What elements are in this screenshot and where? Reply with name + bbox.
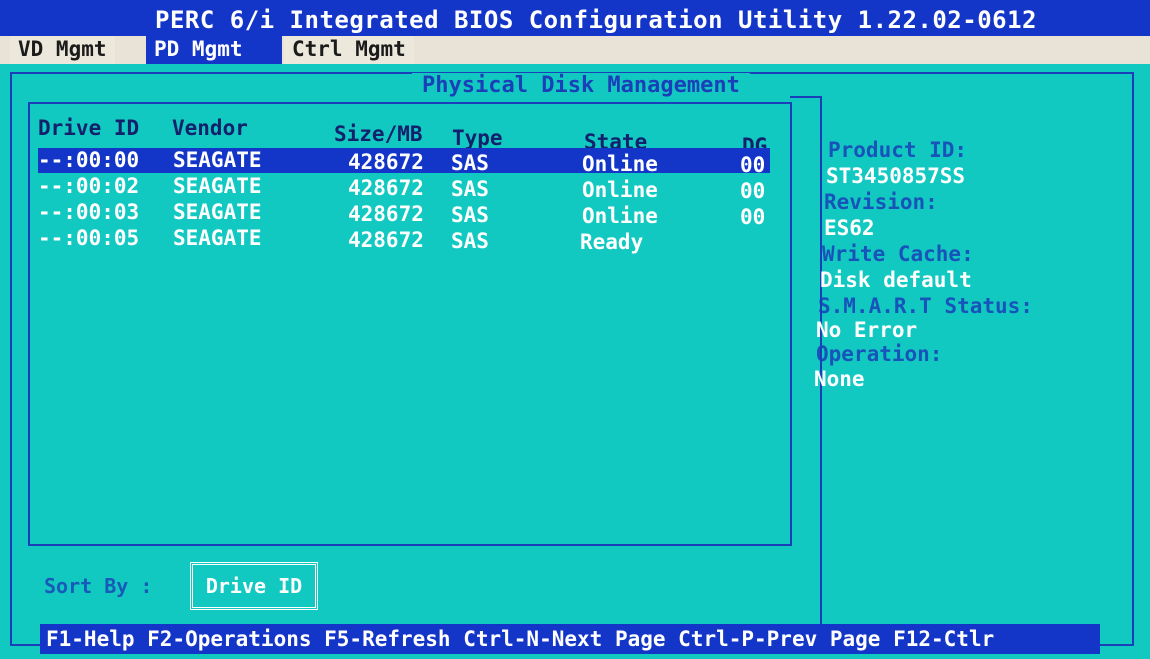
cell-vendor: SEAGATE: [173, 226, 262, 250]
cell-drive-id: --:00:00: [38, 148, 140, 172]
tab-vd-mgmt[interactable]: VD Mgmt: [10, 36, 115, 64]
cell-drive-id: --:00:02: [38, 174, 140, 198]
panel-title: Physical Disk Management: [412, 73, 750, 98]
cell-drive-id: --:00:03: [38, 200, 140, 224]
tab-bar: VD Mgmt PD Mgmt Ctrl Mgmt: [0, 36, 1150, 64]
operation-label: Operation:: [816, 342, 943, 366]
table-row[interactable]: --:00:03 SEAGATE 428672 SAS Online 00: [38, 200, 770, 229]
tab-pd-mgmt[interactable]: PD Mgmt: [146, 36, 282, 64]
window-title: PERC 6/i Integrated BIOS Configuration U…: [155, 6, 1038, 34]
cell-size: 428672: [348, 176, 424, 200]
bios-screen: PERC 6/i Integrated BIOS Configuration U…: [0, 0, 1150, 659]
cell-type: SAS: [451, 229, 489, 253]
revision-label: Revision:: [824, 190, 938, 214]
smart-status-value: No Error: [816, 318, 918, 342]
sort-by-label: Sort By :: [44, 574, 153, 598]
frame-divider-horizontal: [790, 96, 820, 98]
cell-drive-id: --:00:05: [38, 226, 140, 250]
table-row[interactable]: --:00:05 SEAGATE 428672 SAS Ready: [38, 226, 770, 254]
column-header-drive-id: Drive ID: [38, 116, 140, 140]
table-row[interactable]: --:00:00 SEAGATE 428672 SAS Online 00: [38, 148, 770, 177]
cell-type: SAS: [451, 151, 489, 175]
column-header-size: Size/MB: [334, 122, 423, 146]
cell-state: Ready: [580, 230, 644, 254]
revision-value: ES62: [824, 216, 875, 240]
smart-status-label: S.M.A.R.T Status:: [818, 294, 1033, 318]
title-bar: PERC 6/i Integrated BIOS Configuration U…: [0, 0, 1150, 39]
cell-vendor: SEAGATE: [173, 200, 262, 224]
operation-value: None: [814, 367, 865, 391]
product-id-label: Product ID:: [828, 138, 968, 162]
write-cache-value: Disk default: [820, 268, 972, 292]
write-cache-label: Write Cache:: [822, 242, 974, 266]
product-id-value: ST3450857SS: [826, 164, 966, 188]
sort-by-button[interactable]: Drive ID: [190, 562, 318, 610]
function-key-help-bar: F1-Help F2-Operations F5-Refresh Ctrl-N-…: [40, 624, 1100, 654]
cell-vendor: SEAGATE: [173, 148, 262, 172]
tab-ctrl-mgmt[interactable]: Ctrl Mgmt: [284, 36, 414, 64]
table-row[interactable]: --:00:02 SEAGATE 428672 SAS Online 00: [38, 174, 770, 203]
column-header-vendor: Vendor: [172, 116, 248, 140]
cell-size: 428672: [348, 228, 424, 252]
cell-size: 428672: [348, 202, 424, 226]
cell-type: SAS: [451, 203, 489, 227]
cell-vendor: SEAGATE: [173, 174, 262, 198]
cell-size: 428672: [348, 150, 424, 174]
cell-type: SAS: [451, 177, 489, 201]
